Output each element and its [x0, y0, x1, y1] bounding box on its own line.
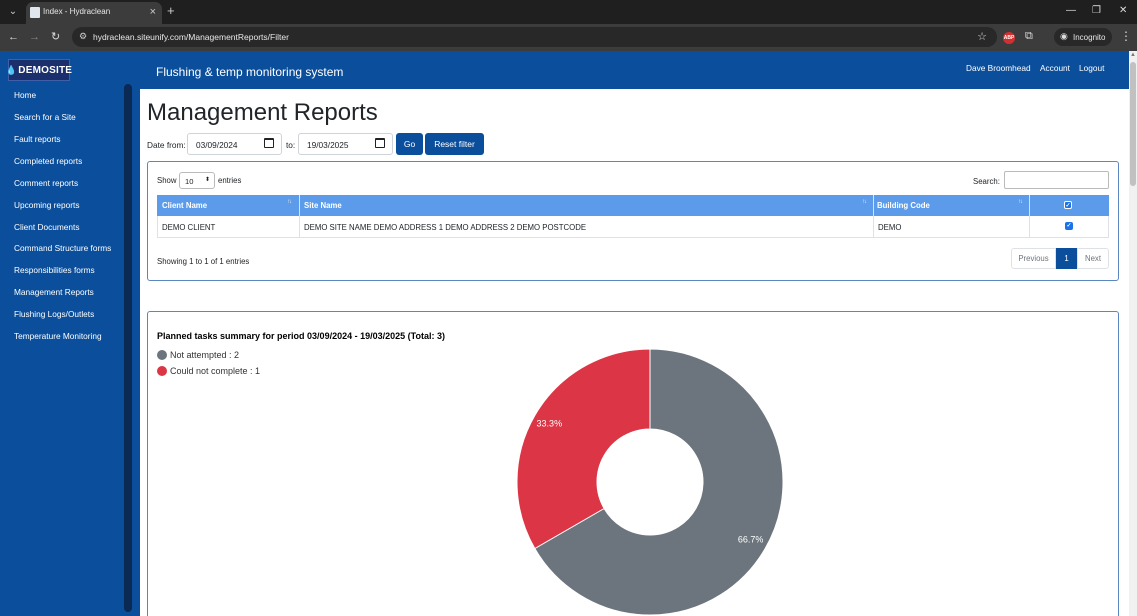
row-checkbox[interactable]: ✓	[1065, 222, 1073, 230]
user-name-link[interactable]: Dave Broomhead	[966, 63, 1031, 73]
table-row[interactable]	[157, 216, 1109, 238]
sidebar-item-home[interactable]: Home	[14, 90, 36, 100]
sidebar: 💧 DEMOSITE Home Search for a Site Fault …	[0, 51, 140, 616]
sidebar-item-command-structure[interactable]: Command Structure forms	[14, 243, 111, 253]
sort-icon[interactable]: ↑↓	[287, 199, 292, 205]
new-tab-icon[interactable]: +	[167, 3, 175, 19]
page-scrollbar[interactable]: ▲	[1129, 51, 1137, 616]
entries-label: entries	[218, 176, 242, 185]
app-header: Flushing & temp monitoring system Dave B…	[140, 51, 1129, 89]
extensions-icon[interactable]: ⧉	[1025, 30, 1033, 43]
calendar-icon[interactable]	[375, 138, 385, 148]
date-from-label: Date from:	[147, 140, 186, 150]
bookmark-star-icon[interactable]: ☆	[977, 30, 987, 43]
browser-tab-strip: ⌄ Index - Hydraclean × + — ❐ ✕	[0, 0, 1137, 24]
incognito-badge[interactable]: ◉ Incognito	[1054, 28, 1112, 46]
sidebar-item-upcoming-reports[interactable]: Upcoming reports	[14, 200, 79, 210]
water-drop-icon: 💧	[5, 64, 18, 75]
scroll-up-icon[interactable]: ▲	[1130, 52, 1136, 58]
logout-link[interactable]: Logout	[1079, 63, 1104, 73]
site-logo[interactable]: 💧 DEMOSITE	[5, 59, 73, 81]
table-info: Showing 1 to 1 of 1 entries	[157, 257, 250, 266]
date-to-label: to:	[286, 140, 296, 150]
table-search-input[interactable]	[1004, 171, 1109, 189]
select-all-checkbox[interactable]: ✓	[1064, 201, 1072, 209]
address-bar[interactable]: ⚙ hydraclean.siteunify.com/ManagementRep…	[72, 27, 997, 47]
account-link[interactable]: Account	[1040, 63, 1070, 73]
site-info-icon[interactable]: ⚙	[79, 31, 87, 42]
sidebar-item-comment-reports[interactable]: Comment reports	[14, 178, 78, 188]
page-1-button[interactable]: 1	[1056, 248, 1077, 269]
logo-text: DEMOSITE	[18, 64, 73, 76]
sidebar-item-flushing-logs[interactable]: Flushing Logs/Outlets	[14, 309, 94, 319]
browser-tab[interactable]: Index - Hydraclean ×	[26, 2, 162, 24]
sidebar-item-completed-reports[interactable]: Completed reports	[14, 156, 82, 166]
go-button[interactable]: Go	[396, 133, 423, 155]
url-text[interactable]: hydraclean.siteunify.com/ManagementRepor…	[93, 32, 289, 42]
date-to-value: 19/03/2025	[307, 140, 349, 150]
restore-icon[interactable]: ❐	[1092, 3, 1101, 19]
next-page-button[interactable]: Next	[1077, 248, 1109, 269]
sidebar-item-fault-reports[interactable]: Fault reports	[14, 134, 61, 144]
date-to-input[interactable]: 19/03/2025	[298, 133, 393, 155]
window-close-icon[interactable]: ✕	[1119, 3, 1127, 19]
page-size-select[interactable]: 10 ⬍	[179, 172, 215, 189]
cell-building-code: DEMO	[878, 223, 902, 232]
slice-percent-label: 33.3%	[537, 418, 563, 428]
app-title: Flushing & temp monitoring system	[156, 65, 344, 79]
back-icon[interactable]: ←	[8, 29, 19, 45]
previous-page-button[interactable]: Previous	[1011, 248, 1056, 269]
sidebar-item-search-site[interactable]: Search for a Site	[14, 112, 76, 122]
sidebar-item-client-documents[interactable]: Client Documents	[14, 222, 79, 232]
sidebar-item-temperature-monitoring[interactable]: Temperature Monitoring	[14, 331, 102, 341]
search-label: Search:	[973, 177, 1000, 186]
reset-filter-button[interactable]: Reset filter	[425, 133, 484, 155]
donut-slice-could-not-complete[interactable]	[516, 348, 651, 550]
adblock-extension-icon[interactable]: ABP	[1003, 32, 1015, 44]
page-title: Management Reports	[147, 99, 378, 126]
tasks-donut-chart: 66.7% 33.3%	[516, 348, 784, 616]
page-favicon-icon	[30, 7, 40, 18]
tab-close-icon[interactable]: ×	[150, 5, 156, 19]
page-size-value: 10	[185, 177, 194, 186]
slice-percent-label: 66.7%	[738, 535, 764, 545]
incognito-label: Incognito	[1073, 33, 1106, 42]
sidebar-scrollbar[interactable]	[124, 84, 132, 612]
sort-icon[interactable]: ↑↓	[862, 199, 867, 205]
sidebar-item-responsibilities[interactable]: Responsibilities forms	[14, 265, 95, 275]
incognito-icon: ◉	[1060, 31, 1068, 41]
cell-client-name: DEMO CLIENT	[162, 223, 216, 232]
calendar-icon[interactable]	[264, 138, 274, 148]
date-from-value: 03/09/2024	[196, 140, 238, 150]
col-site-name[interactable]: Site Name	[304, 201, 342, 210]
reload-icon[interactable]: ↻	[51, 29, 60, 45]
show-label: Show	[157, 176, 177, 185]
sort-icon[interactable]: ↑↓	[1018, 199, 1023, 205]
col-client-name[interactable]: Client Name	[162, 201, 207, 210]
col-building-code[interactable]: Building Code	[877, 201, 930, 210]
cell-site-name: DEMO SITE NAME DEMO ADDRESS 1 DEMO ADDRE…	[304, 223, 587, 232]
date-from-input[interactable]: 03/09/2024	[187, 133, 282, 155]
sidebar-item-management-reports[interactable]: Management Reports	[14, 287, 94, 297]
browser-toolbar: ← → ↻ ⚙ hydraclean.siteunify.com/Managem…	[0, 24, 1137, 51]
minimize-icon[interactable]: —	[1066, 3, 1076, 19]
forward-icon[interactable]: →	[29, 29, 40, 45]
tab-title: Index - Hydraclean	[43, 7, 111, 16]
tab-search-icon[interactable]: ⌄	[5, 4, 21, 20]
page-scrollbar-thumb[interactable]	[1130, 62, 1136, 186]
browser-menu-icon[interactable]: ⋮	[1120, 29, 1132, 43]
select-arrows-icon: ⬍	[204, 177, 210, 183]
